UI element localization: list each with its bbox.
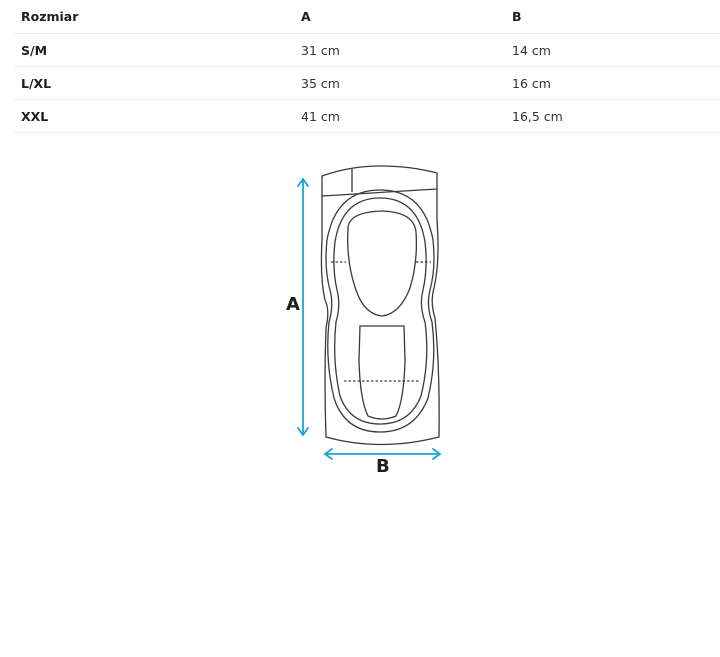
upper-pad (347, 210, 418, 317)
cap-outer-ring (325, 189, 435, 433)
knee-pad-diagram: A B (286, 165, 442, 477)
lower-pad (358, 325, 406, 420)
dimension-a-label: A (286, 294, 300, 315)
knee-pad-illustration (320, 165, 440, 446)
dimension-b-label: B (376, 456, 390, 477)
